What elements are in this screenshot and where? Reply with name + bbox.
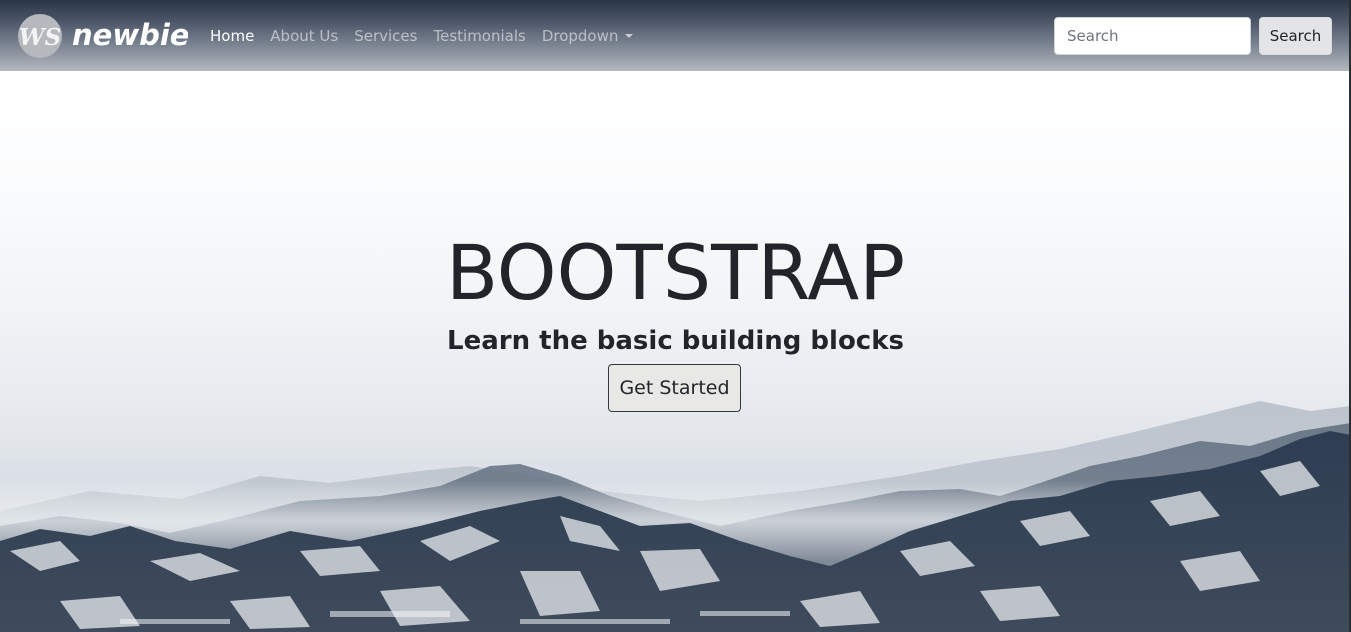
nav-dropdown-toggle[interactable]: Dropdown <box>542 27 634 45</box>
nav-dropdown-label: Dropdown <box>541 26 619 45</box>
brand-text: newbie <box>72 18 188 52</box>
search-input[interactable] <box>1054 17 1251 55</box>
brand-logo[interactable]: WS newbie <box>16 12 188 60</box>
search-button[interactable]: Search <box>1259 17 1332 55</box>
caret-down-icon <box>625 33 634 38</box>
nav-link-about-us[interactable]: About Us <box>270 27 338 45</box>
nav-link-home[interactable]: Home <box>210 27 254 45</box>
nav-link-services[interactable]: Services <box>354 27 417 45</box>
get-started-button[interactable]: Get Started <box>608 364 741 412</box>
brand-mark: WS <box>19 24 61 51</box>
hero-subtitle: Learn the basic building blocks <box>447 326 904 356</box>
search-form: Search <box>1054 17 1332 55</box>
navbar: WS newbie Home About Us Services Testimo… <box>0 0 1351 71</box>
page: WS newbie Home About Us Services Testimo… <box>0 0 1351 632</box>
hero-title: BOOTSTRAP <box>445 228 906 317</box>
nav-link-testimonials[interactable]: Testimonials <box>433 27 525 45</box>
hero-section: BOOTSTRAP Learn the basic building block… <box>0 71 1351 632</box>
nav-links: Home About Us Services Testimonials Drop… <box>210 0 649 71</box>
